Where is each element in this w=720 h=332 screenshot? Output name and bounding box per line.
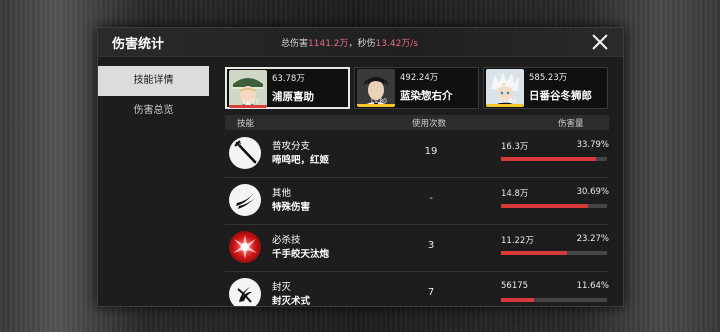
- skill-name: 特殊伤害: [272, 202, 311, 213]
- damage-bar: [501, 204, 607, 208]
- hero-name: 日番谷冬狮郎: [529, 90, 592, 102]
- hero-level: Lv.80: [371, 98, 387, 105]
- explosion-icon: [229, 231, 261, 263]
- damage-summary: 总伤害1141.2万，秒伤13.42万/s: [281, 36, 418, 49]
- table-row: 其他 特殊伤害 - 14.8万 30.69%: [225, 178, 609, 225]
- sidebar: 技能详情 伤害总览: [98, 66, 209, 126]
- skill-type: 封灭: [272, 282, 292, 293]
- damage-amount: 14.8万: [501, 189, 529, 199]
- hero-card-hitsugaya[interactable]: Lv.80 585.23万 日番谷冬狮郎: [483, 67, 608, 109]
- use-count: 3: [427, 240, 435, 251]
- skill-name: 千手皎天汰炮: [272, 249, 330, 260]
- total-damage-value: 1141.2万: [308, 39, 349, 49]
- damage-bar: [501, 251, 607, 255]
- hero-card-aizen[interactable]: Lv.80 492.24万 蓝染惣右介: [354, 67, 479, 109]
- skill-type: 普攻分支: [272, 141, 311, 152]
- slash-icon: [229, 184, 261, 216]
- damage-amount: 56175: [501, 281, 529, 291]
- hero-level: Lv.77: [243, 99, 259, 106]
- damage-bar-fill: [501, 157, 597, 161]
- skill-name: 啼鸣吧，红姬: [272, 155, 330, 166]
- hero-damage: 63.78万: [272, 74, 305, 84]
- skill-table: 普攻分支 啼鸣吧，红姬 19 16.3万 33.79% 其他 特殊伤害 - 14…: [225, 131, 609, 307]
- hero-damage: 492.24万: [400, 73, 439, 83]
- header-skill: 技能: [237, 119, 255, 129]
- damage-percent: 23.27%: [576, 234, 609, 244]
- table-row: 必杀技 千手皎天汰炮 3 11.22万 23.27%: [225, 225, 609, 272]
- skill-type: 其他: [272, 188, 292, 199]
- skill-name: 封灭术式: [272, 296, 311, 307]
- table-row: 普攻分支 啼鸣吧，红姬 19 16.3万 33.79%: [225, 131, 609, 178]
- hero-name: 蓝染惣右介: [400, 90, 453, 102]
- sword-icon: [229, 137, 261, 169]
- use-count: -: [429, 193, 433, 204]
- hero-portrait: Lv.80: [357, 69, 395, 107]
- damage-amount: 16.3万: [501, 142, 529, 152]
- use-count: 7: [427, 287, 435, 298]
- close-icon[interactable]: [589, 31, 611, 53]
- skill-type: 必杀技: [272, 235, 301, 246]
- damage-percent: 11.64%: [576, 281, 609, 291]
- damage-stats-panel: 伤害统计 总伤害1141.2万，秒伤13.42万/s 技能详情 伤害总览 Lv.…: [97, 27, 624, 307]
- panel-header: 伤害统计 总伤害1141.2万，秒伤13.42万/s: [98, 28, 623, 57]
- hero-name: 浦原喜助: [272, 91, 314, 103]
- table-row: 封灭 封灭术式 7 56175 11.64%: [225, 272, 609, 307]
- use-count: 19: [424, 146, 438, 157]
- damage-bar-fill: [501, 204, 588, 208]
- total-damage-label: 总伤害: [281, 39, 309, 49]
- hero-portrait: Lv.77: [229, 70, 267, 108]
- hero-portrait: Lv.80: [486, 69, 524, 107]
- swirl-icon: [229, 278, 261, 306]
- hero-damage: 585.23万: [529, 73, 568, 83]
- dps-label: ，秒伤: [348, 39, 376, 49]
- damage-bar: [501, 298, 607, 302]
- header-damage: 伤害量: [558, 119, 584, 129]
- damage-percent: 30.69%: [576, 187, 609, 197]
- hero-selector: Lv.77 63.78万 浦原喜助 Lv.80 492.24万 蓝染惣右介 Lv…: [225, 67, 609, 109]
- damage-percent: 33.79%: [576, 140, 609, 150]
- panel-title: 伤害统计: [112, 37, 165, 52]
- damage-bar-fill: [501, 298, 534, 302]
- tab-skill-details[interactable]: 技能详情: [98, 66, 209, 96]
- hero-card-urahara[interactable]: Lv.77 63.78万 浦原喜助: [225, 67, 350, 109]
- damage-bar: [501, 157, 607, 161]
- header-uses: 使用次数: [412, 119, 447, 129]
- hero-level: Lv.80: [500, 98, 516, 105]
- damage-bar-fill: [501, 251, 567, 255]
- table-header: 技能 使用次数 伤害量: [225, 115, 609, 130]
- dps-value: 13.42万/s: [375, 39, 419, 49]
- tab-damage-overview[interactable]: 伤害总览: [98, 96, 209, 126]
